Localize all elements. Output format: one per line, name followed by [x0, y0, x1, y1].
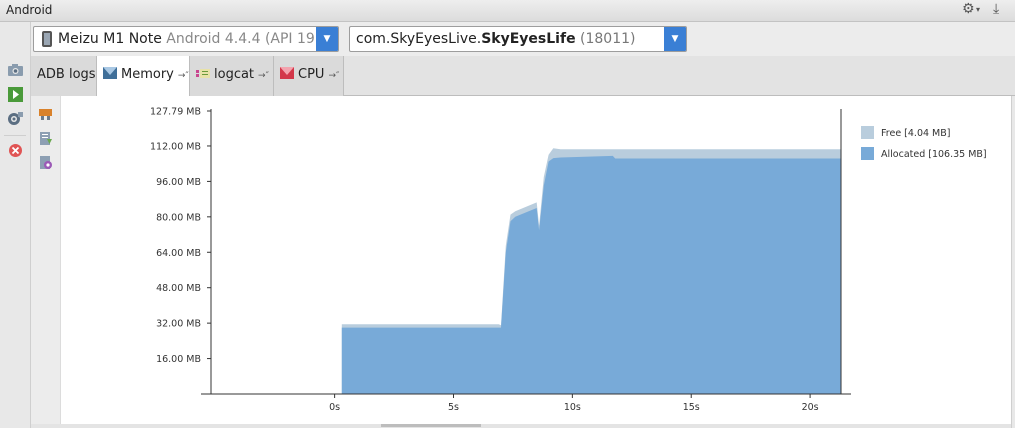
tab-label: ADB logs	[37, 67, 96, 82]
x-tick-label: 0s	[329, 402, 340, 413]
dump-heap-icon[interactable]	[38, 131, 53, 146]
tab-adb-logs[interactable]: ADB logs	[31, 56, 97, 96]
phone-icon	[42, 31, 52, 47]
run-icon[interactable]	[7, 87, 24, 102]
y-tick-label: 16.00 MB	[156, 354, 201, 365]
cpu-icon	[280, 67, 294, 79]
gc-icon[interactable]	[38, 106, 53, 121]
memory-side-toolbar	[31, 96, 61, 424]
gear-dropdown-icon[interactable]: ▾	[976, 5, 980, 14]
tab-logcat[interactable]: logcat →″	[190, 56, 274, 96]
y-tick-label: 64.00 MB	[156, 248, 201, 259]
pin-icon[interactable]: →″	[328, 71, 339, 81]
legend-label: Free [4.04 MB]	[881, 128, 950, 139]
allocated-memory-area	[341, 155, 841, 394]
process-label: com.SkyEyesLive.SkyEyesLife (18011)	[356, 27, 635, 51]
y-tick-label: 32.00 MB	[156, 319, 201, 330]
toolbar-separator	[4, 135, 26, 136]
device-selector-row: Meizu M1 Note Android 4.4.4 (API 19) ▼ c…	[31, 22, 1015, 56]
memory-chart: 16.00 MB 32.00 MB 48.00 MB 64.00 MB 80.00 MB…	[61, 96, 1011, 424]
window-title: Android	[6, 3, 53, 17]
logcat-icon	[196, 69, 210, 78]
left-toolbar	[0, 22, 31, 428]
y-tick-label: 112.00 MB	[150, 141, 201, 152]
gear-icon[interactable]: ⚙	[962, 1, 975, 17]
pin-icon[interactable]: →″	[258, 71, 269, 81]
package-prefix: com.SkyEyesLive.	[356, 31, 482, 47]
y-tick-label: 80.00 MB	[156, 212, 201, 223]
x-tick-label: 20s	[802, 402, 819, 413]
device-dropdown[interactable]: Meizu M1 Note Android 4.4.4 (API 19) ▼	[33, 26, 339, 52]
memory-chart-svg: 16.00 MB 32.00 MB 48.00 MB 64.00 MB 80.00 MB…	[150, 107, 987, 414]
process-id: (18011)	[580, 31, 636, 47]
legend-label: Allocated [106.35 MB]	[881, 149, 987, 160]
pin-icon[interactable]: →″	[178, 71, 189, 81]
x-tick-label: 5s	[448, 402, 459, 413]
legend-swatch	[861, 126, 874, 139]
memory-monitor-panel: 16.00 MB 32.00 MB 48.00 MB 64.00 MB 80.00 MB…	[31, 96, 1011, 424]
tool-window-titlebar: Android ⚙ ▾ ⤓	[0, 0, 1015, 22]
tab-label: Memory	[121, 67, 174, 82]
chevron-down-icon[interactable]: ▼	[316, 27, 338, 51]
legend-swatch	[861, 147, 874, 160]
monitor-tabs: ADB logs Memory →″ logcat →″ CPU →″	[31, 56, 1015, 97]
memory-icon	[103, 67, 117, 79]
tab-label: logcat	[214, 67, 255, 82]
device-name: Meizu M1 Note	[58, 31, 162, 47]
tab-memory[interactable]: Memory →″	[97, 56, 190, 97]
tab-cpu[interactable]: CPU →″	[274, 56, 344, 96]
x-tick-label: 15s	[683, 402, 700, 413]
process-dropdown[interactable]: com.SkyEyesLive.SkyEyesLife (18011) ▼	[349, 26, 687, 52]
tab-label: CPU	[298, 67, 325, 82]
device-label: Meizu M1 Note Android 4.4.4 (API 19)	[58, 27, 320, 51]
y-tick-label: 96.00 MB	[156, 177, 201, 188]
y-tick-label: 127.79 MB	[150, 107, 201, 118]
device-version: Android 4.4.4 (API 19)	[166, 31, 321, 47]
chevron-down-icon[interactable]: ▼	[664, 27, 686, 51]
stop-icon[interactable]	[7, 143, 24, 158]
camera-icon[interactable]	[7, 62, 24, 77]
package-name: SkyEyesLife	[481, 31, 576, 47]
y-tick-label: 48.00 MB	[156, 283, 201, 294]
download-icon[interactable]: ⤓	[993, 1, 999, 17]
scrollbar-thumb[interactable]	[381, 424, 481, 427]
allocation-tracker-icon[interactable]	[38, 155, 53, 170]
horizontal-scrollbar[interactable]	[31, 424, 1011, 428]
screen-record-icon[interactable]	[7, 111, 24, 126]
x-tick-label: 10s	[564, 402, 581, 413]
right-scroll-edge	[1011, 96, 1015, 428]
